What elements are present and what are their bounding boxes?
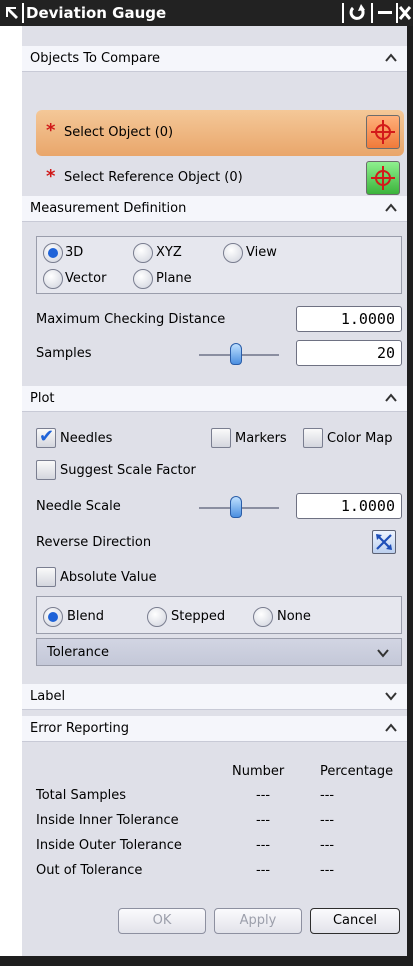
section-title: Error Reporting [30,721,130,736]
section-header-objects[interactable]: Objects To Compare [22,46,411,72]
reset-icon[interactable] [346,2,370,24]
reverse-arrows-icon [376,534,392,550]
tolerance-label: Tolerance [47,645,109,660]
reverse-direction-button[interactable] [372,530,396,554]
chevron-down-icon[interactable] [383,688,399,704]
title-separator [342,3,344,23]
color-map-label: Color Map [327,431,393,446]
radio-none-label: None [277,609,311,624]
title-separator [22,3,24,23]
section-header-plot[interactable]: Plot [22,386,411,412]
cell-number: --- [256,788,271,803]
close-icon[interactable] [397,2,413,24]
chevron-up-icon[interactable] [383,720,399,736]
needle-scale-label: Needle Scale [36,499,121,514]
window-title: Deviation Gauge [26,4,167,22]
needles-label: Needles [60,431,113,446]
reverse-direction-label: Reverse Direction [36,535,152,550]
radio-3d[interactable] [43,243,63,263]
suggest-scale-label: Suggest Scale Factor [60,463,196,478]
column-header-percentage: Percentage [320,764,394,779]
select-reference-button[interactable] [366,161,400,195]
absolute-value-checkbox[interactable] [36,567,56,587]
measurement-type-group: 3D XYZ View Vector Plane [36,236,402,294]
ok-button[interactable]: OK [118,908,206,934]
needles-checkbox[interactable] [36,427,56,448]
radio-vector-label: Vector [65,271,107,286]
needle-scale-slider-thumb[interactable] [230,496,242,518]
color-map-checkbox[interactable] [303,428,323,448]
radio-stepped[interactable] [147,607,167,627]
samples-slider-thumb[interactable] [230,343,242,365]
section-title: Measurement Definition [30,201,187,216]
window-right-border [407,26,413,966]
dialog-icon [6,7,18,19]
window-left-margin [0,26,22,966]
radio-none[interactable] [253,607,273,627]
cell-number: --- [256,838,271,853]
needle-scale-input[interactable]: 1.0000 [296,493,402,519]
cell-percentage: --- [320,863,335,878]
radio-xyz[interactable] [133,243,153,263]
radio-blend[interactable] [43,607,63,627]
section-title: Plot [30,391,55,406]
max-distance-input[interactable]: 1.0000 [296,306,402,332]
plot-style-group: Blend Stepped None [36,596,402,634]
radio-plane-label: Plane [156,271,192,286]
radio-vector[interactable] [43,269,63,289]
cell-percentage: --- [320,813,335,828]
chevron-up-icon[interactable] [383,50,399,66]
radio-stepped-label: Stepped [171,609,226,624]
section-header-error-reporting[interactable]: Error Reporting [22,716,411,742]
row-label: Total Samples [36,788,127,803]
chevron-down-icon[interactable] [375,645,391,661]
section-header-label[interactable]: Label [22,684,411,710]
row-label: Inside Inner Tolerance [36,813,179,828]
window-bottom-border [0,956,413,966]
title-bar: Deviation Gauge [0,0,413,26]
section-header-measurement[interactable]: Measurement Definition [22,196,411,222]
required-star-icon: * [46,166,56,187]
row-label: Inside Outer Tolerance [36,838,182,853]
suggest-scale-checkbox[interactable] [36,460,56,480]
minimize-icon[interactable] [373,2,397,24]
section-title: Label [30,689,66,704]
samples-label: Samples [36,346,92,361]
radio-blend-label: Blend [67,609,105,624]
apply-button[interactable]: Apply [214,908,302,934]
markers-label: Markers [235,431,287,446]
crosshair-icon [371,166,395,190]
markers-checkbox[interactable] [211,428,231,448]
cell-percentage: --- [320,788,335,803]
radio-3d-label: 3D [65,245,84,260]
cell-number: --- [256,813,271,828]
absolute-value-label: Absolute Value [60,570,157,585]
radio-view[interactable] [223,243,243,263]
radio-xyz-label: XYZ [156,245,182,260]
select-reference-label: Select Reference Object (0) [64,170,243,185]
chevron-up-icon[interactable] [383,390,399,406]
row-label: Out of Tolerance [36,863,143,878]
radio-view-label: View [246,245,277,260]
cell-percentage: --- [320,838,335,853]
section-title: Objects To Compare [30,51,161,66]
radio-plane[interactable] [133,269,153,289]
column-header-number: Number [232,764,285,779]
max-distance-label: Maximum Checking Distance [36,312,226,327]
select-reference-row-inner[interactable]: * Select Reference Object (0) [36,160,404,200]
chevron-up-icon[interactable] [383,200,399,216]
samples-input[interactable]: 20 [296,340,402,366]
cancel-button[interactable]: Cancel [310,908,400,934]
cell-number: --- [256,863,271,878]
tolerance-subgroup-header[interactable]: Tolerance [36,638,402,666]
